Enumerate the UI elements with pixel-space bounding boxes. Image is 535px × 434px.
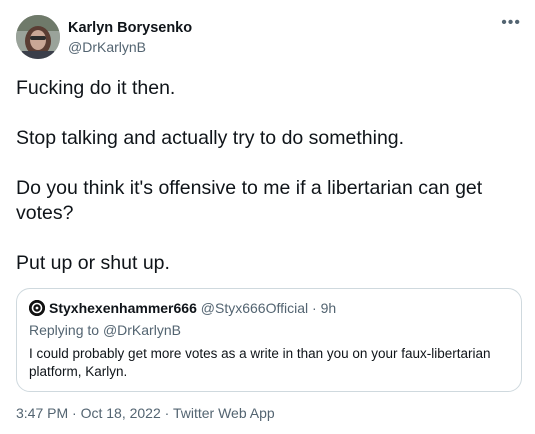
replying-to-label: Replying to: [29, 322, 103, 338]
quoted-timestamp[interactable]: 9h: [321, 300, 337, 316]
tweet-time[interactable]: 3:47 PM: [16, 405, 68, 421]
quoted-author-name[interactable]: Styxhexenhammer666: [49, 300, 197, 316]
separator-dot: ·: [164, 405, 170, 421]
replying-to: Replying to @DrKarlynB: [29, 322, 181, 338]
avatar-photo: [16, 15, 60, 59]
replying-to-mention[interactable]: @DrKarlynB: [103, 322, 181, 338]
tweet-paragraph: Stop talking and actually try to do some…: [16, 127, 405, 149]
tweet-paragraph: Put up or shut up.: [16, 252, 170, 274]
author-name[interactable]: Karlyn Borysenko: [68, 20, 192, 36]
quoted-tweet[interactable]: Styxhexenhammer666 @Styx666Official · 9h…: [16, 288, 522, 392]
tweet-paragraph: Fucking do it then.: [16, 77, 176, 99]
separator-dot: ·: [72, 405, 77, 421]
quoted-tweet-text: I could probably get more votes as a wri…: [29, 346, 491, 379]
tweet-source[interactable]: Twitter Web App: [173, 405, 275, 421]
quoted-avatar-icon[interactable]: [29, 300, 45, 316]
quoted-author-handle[interactable]: @Styx666Official: [201, 300, 308, 316]
tweet-metadata: 3:47 PM · Oct 18, 2022 · Twitter Web App: [16, 405, 275, 421]
tweet-paragraph: Do you think it's offensive to me if a l…: [16, 177, 483, 224]
separator-dot: ·: [312, 300, 317, 316]
avatar[interactable]: [16, 15, 60, 59]
author-handle[interactable]: @DrKarlynB: [68, 39, 146, 55]
tweet-text: Fucking do it then. Stop talking and act…: [16, 76, 526, 276]
quoted-avatar-symbol: [29, 300, 45, 316]
quoted-tweet-header: Styxhexenhammer666 @Styx666Official · 9h: [29, 300, 336, 316]
tweet-date[interactable]: Oct 18, 2022: [81, 405, 161, 421]
more-options-icon[interactable]: •••: [501, 15, 521, 31]
